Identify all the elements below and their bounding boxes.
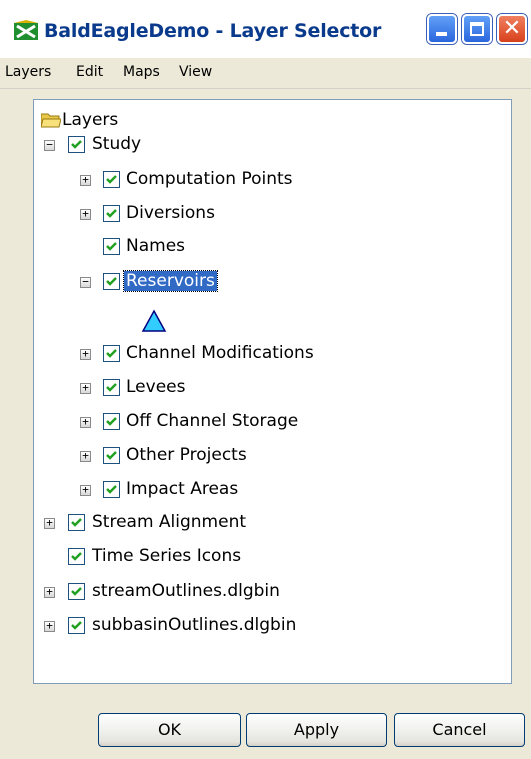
checkbox-diversions[interactable]: [103, 205, 120, 222]
check-icon: [106, 383, 117, 392]
tree-label-names: Names: [126, 236, 186, 256]
app-logo-icon: [14, 20, 38, 40]
tree-label-channel-modifications: Channel Modifications: [126, 343, 314, 363]
checkbox-names[interactable]: [103, 238, 120, 255]
tree-label-reservoirs: Reservoirs: [123, 270, 218, 292]
checkbox-impact-areas[interactable]: [103, 481, 120, 498]
tree-label-off-channel-storage: Off Channel Storage: [126, 411, 299, 431]
checkbox-other-projects[interactable]: [103, 447, 120, 464]
menu-view[interactable]: View: [179, 64, 212, 80]
expand-icon[interactable]: +: [44, 586, 55, 598]
check-icon: [106, 485, 117, 494]
tree-node-names[interactable]: Names: [80, 236, 380, 260]
reservoir-symbol-icon: [141, 309, 167, 332]
tree-label-stream-alignment: Stream Alignment: [92, 512, 247, 532]
tree-node-channel-modifications[interactable]: + Channel Modifications: [80, 343, 400, 367]
checkbox-reservoirs[interactable]: [103, 273, 120, 290]
expand-icon[interactable]: +: [80, 484, 91, 496]
checkbox-channel-modifications[interactable]: [103, 345, 120, 362]
tree-label-diversions: Diversions: [126, 203, 215, 223]
expand-icon[interactable]: +: [80, 416, 91, 428]
check-icon: [106, 451, 117, 460]
check-icon: [71, 587, 82, 596]
layer-tree[interactable]: Layers − Study + Computation Points + Di…: [33, 99, 512, 684]
menu-maps[interactable]: Maps: [123, 64, 160, 80]
apply-button[interactable]: Apply: [246, 713, 387, 747]
checkbox-time-series-icons[interactable]: [68, 548, 85, 565]
close-icon: ✕: [502, 16, 522, 41]
maximize-icon: [470, 22, 484, 36]
tree-label-layers: Layers: [62, 110, 119, 130]
check-icon: [71, 140, 82, 149]
checkbox-levees[interactable]: [103, 379, 120, 396]
ok-button[interactable]: OK: [98, 713, 241, 747]
collapse-icon[interactable]: −: [80, 276, 91, 288]
cancel-button[interactable]: Cancel: [394, 713, 525, 747]
expand-icon[interactable]: +: [80, 450, 91, 462]
layer-selector-window: BaldEagleDemo - Layer Selector ✕ Layers …: [0, 0, 531, 759]
check-icon: [106, 242, 117, 251]
expand-icon[interactable]: +: [44, 620, 55, 632]
tree-node-study[interactable]: − Study: [44, 134, 244, 158]
tree-node-subbasin-outlines[interactable]: + subbasinOutlines.dlgbin: [44, 615, 374, 639]
tree-label-time-series-icons: Time Series Icons: [92, 546, 242, 566]
expand-icon[interactable]: +: [80, 208, 91, 220]
tree-label-stream-outlines: streamOutlines.dlgbin: [92, 581, 280, 601]
checkbox-computation-points[interactable]: [103, 171, 120, 188]
tree-label-other-projects: Other Projects: [126, 445, 247, 465]
expand-icon[interactable]: +: [80, 382, 91, 394]
expand-icon[interactable]: +: [44, 517, 55, 529]
checkbox-subbasin-outlines[interactable]: [68, 617, 85, 634]
check-icon: [106, 175, 117, 184]
check-icon: [106, 349, 117, 358]
tree-node-levees[interactable]: + Levees: [80, 377, 380, 401]
checkbox-off-channel-storage[interactable]: [103, 413, 120, 430]
check-icon: [106, 277, 117, 286]
tree-node-diversions[interactable]: + Diversions: [80, 203, 380, 227]
tree-label-study: Study: [92, 134, 142, 154]
check-icon: [71, 552, 82, 561]
folder-open-icon: [41, 113, 61, 128]
check-icon: [106, 417, 117, 426]
check-icon: [71, 518, 82, 527]
tree-node-reservoirs[interactable]: − Reservoirs: [80, 270, 380, 295]
tree-node-stream-alignment[interactable]: + Stream Alignment: [44, 512, 344, 536]
minimize-button[interactable]: [427, 14, 457, 44]
window-title: BaldEagleDemo - Layer Selector: [44, 20, 382, 42]
tree-label-computation-points: Computation Points: [126, 169, 293, 189]
checkbox-study[interactable]: [68, 136, 85, 153]
checkbox-stream-outlines[interactable]: [68, 583, 85, 600]
tree-node-stream-outlines[interactable]: + streamOutlines.dlgbin: [44, 581, 364, 605]
tree-node-computation-points[interactable]: + Computation Points: [80, 169, 380, 193]
menu-bar: Layers Edit Maps View: [0, 58, 531, 89]
expand-icon[interactable]: +: [80, 174, 91, 186]
menu-edit[interactable]: Edit: [76, 64, 103, 80]
tree-label-levees: Levees: [126, 377, 186, 397]
tree-node-other-projects[interactable]: + Other Projects: [80, 445, 380, 469]
collapse-icon[interactable]: −: [44, 139, 55, 151]
tree-node-layers[interactable]: Layers: [41, 110, 241, 134]
checkbox-stream-alignment[interactable]: [68, 514, 85, 531]
tree-node-off-channel-storage[interactable]: + Off Channel Storage: [80, 411, 380, 435]
tree-node-time-series-icons[interactable]: Time Series Icons: [44, 546, 344, 570]
maximize-button[interactable]: [462, 14, 492, 44]
check-icon: [71, 621, 82, 630]
tree-node-impact-areas[interactable]: + Impact Areas: [80, 479, 380, 503]
expand-icon[interactable]: +: [80, 348, 91, 360]
menu-layers[interactable]: Layers: [5, 64, 51, 80]
tree-label-subbasin-outlines: subbasinOutlines.dlgbin: [92, 615, 297, 635]
minimize-icon: [436, 32, 447, 36]
tree-label-impact-areas: Impact Areas: [126, 479, 239, 499]
close-button[interactable]: ✕: [497, 14, 527, 44]
check-icon: [106, 209, 117, 218]
title-bar[interactable]: BaldEagleDemo - Layer Selector ✕: [0, 0, 531, 58]
